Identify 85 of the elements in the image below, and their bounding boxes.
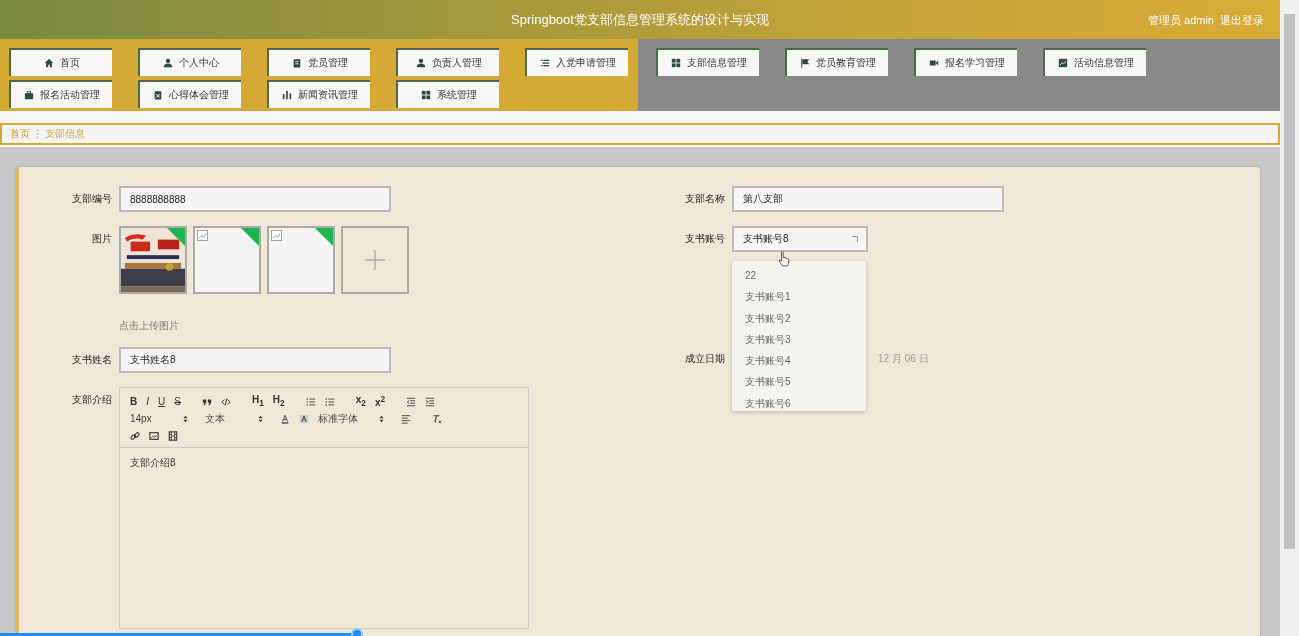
clipboard-icon [291,58,302,68]
bar-chart-icon [281,90,292,100]
toolbar-select[interactable]: 标准字体 [318,411,384,426]
indent-icon[interactable] [425,396,436,407]
editor-text: 支部介绍8 [130,457,176,468]
heading-button[interactable]: H$_{1}$ [251,394,264,409]
broken-image-icon [271,230,282,241]
script-button[interactable]: x$^{2}$ [374,393,386,410]
upload-hint: 点击上传图片 [119,319,180,333]
separator-icon [36,129,39,139]
nav-button[interactable]: 报名活动管理 [9,80,112,108]
nav-button[interactable]: 新闻资讯管理 [267,80,370,108]
grid-icon [670,58,681,68]
updown-arrow-icon [379,414,384,423]
field-label: 支部介绍 [71,393,112,407]
progress-handle[interactable] [351,628,364,636]
corner-tag-icon [315,228,333,246]
film-icon[interactable] [168,430,178,441]
code-icon[interactable] [220,396,231,407]
caret-icon [852,236,858,242]
field-label: 支书姓名 [71,353,112,367]
nav-button[interactable]: 活动信息管理 [1043,48,1146,76]
nav-button[interactable]: 心得体会管理 [138,80,241,108]
format-button[interactable]: U [158,395,166,408]
highlight-icon[interactable] [299,413,309,424]
chart-icon [1057,58,1068,68]
text-color-icon[interactable] [280,413,290,424]
field-label: 成立日期 [684,352,725,366]
camera-icon [928,58,939,68]
user-icon [162,58,173,68]
flag-icon [799,58,810,68]
corner-tag-icon [241,228,259,246]
briefcase-icon [23,90,34,100]
nav-button[interactable]: 首页 [9,48,112,76]
updown-arrow-icon [183,414,188,423]
numbered-list-icon[interactable] [305,396,316,407]
format-button[interactable]: I [146,395,149,408]
heading-button[interactable]: H$_{2}$ [272,394,285,409]
scrollbar[interactable] [1280,0,1299,636]
grid-icon [420,90,431,100]
nav-button[interactable]: 报名学习管理 [914,48,1017,76]
nav-button[interactable]: 负责人管理 [396,48,499,76]
user-icon [415,58,426,68]
dropdown-option[interactable]: 支书账号3 [732,328,866,351]
input-field[interactable]: 第八支部 [732,186,1004,212]
toolbar-select[interactable]: 文本 [205,411,263,426]
nav-button[interactable]: 个人中心 [138,48,241,76]
user-label: 管理员 admin [1147,13,1214,28]
corner-tag-icon [167,228,185,246]
updown-arrow-icon [258,414,263,423]
input-field[interactable]: 支书姓名8 [119,347,391,373]
field-label: 支部名称 [684,192,725,206]
nav-button[interactable]: 党员教育管理 [785,48,888,76]
select-field[interactable]: 支书账号8 [732,226,868,252]
nav-button[interactable]: 党员管理 [267,48,370,76]
format-button[interactable]: S [174,395,181,408]
dropdown-option[interactable]: 支书账号2 [732,307,866,329]
list-icon [539,58,550,68]
field-label: 支书账号 [684,232,725,246]
format-button[interactable]: B [130,395,138,408]
broken-image-icon [197,230,208,241]
clear-format-icon[interactable] [432,413,442,424]
dropdown-option[interactable]: 支书账号5 [732,371,866,393]
app-title: Springboot党支部信息管理系统的设计与实现 [511,10,769,29]
clipboard-icon [152,90,163,100]
dropdown-option[interactable]: 支书账号4 [732,350,866,372]
dropdown-option[interactable]: 支书账号1 [732,286,866,308]
image-icon[interactable] [149,430,159,441]
hand-cursor-icon [778,251,790,267]
field-label: 支部编号 [71,192,112,206]
field-label: 图片 [91,232,112,246]
script-button[interactable]: x$_{2}$ [355,394,366,409]
outdent-icon[interactable] [406,396,417,407]
link-icon[interactable] [130,430,140,441]
bullet-list-icon[interactable] [324,396,335,407]
home-icon [43,58,54,68]
toolbar-select[interactable]: 14px [130,413,188,424]
nav-button[interactable]: 系统管理 [396,80,499,108]
dropdown-option[interactable]: 22 [732,265,866,287]
plus-icon [365,250,385,270]
dropdown-option[interactable]: 支书账号6 [732,392,866,411]
input-field[interactable]: 8888888888 [119,186,391,212]
nav-button[interactable]: 入党申请管理 [525,48,628,76]
align-icon[interactable] [401,413,411,424]
nav-button[interactable]: 支部信息管理 [656,48,759,76]
